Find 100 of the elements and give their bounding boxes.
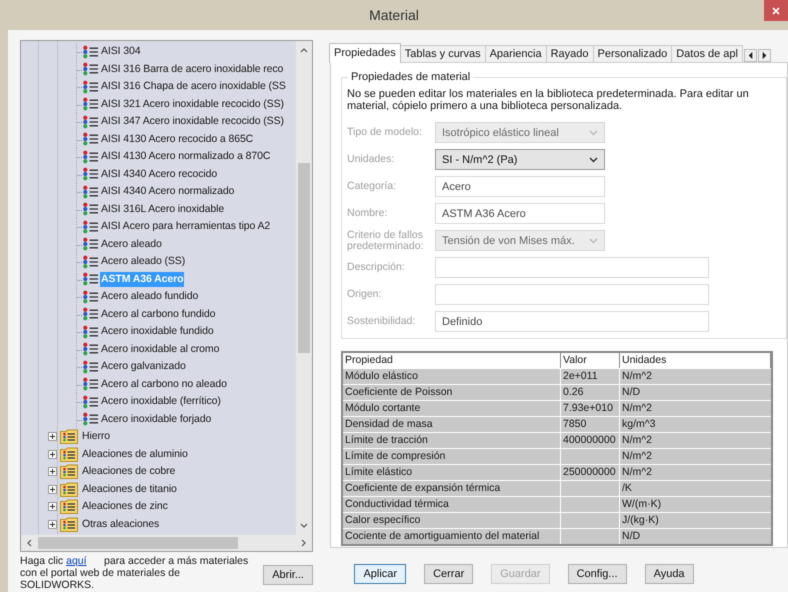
material-icon [82, 150, 99, 164]
field-label: Unidades: [347, 154, 396, 165]
field-label: Nombre: [347, 208, 388, 219]
tree-item[interactable]: AISI 347 Acero inoxidable recocido (SS) [100, 114, 285, 130]
tab[interactable]: Personalizado [592, 45, 672, 62]
scroll-thumb[interactable] [298, 163, 310, 353]
material-icon [82, 114, 99, 129]
folder-icon [60, 446, 78, 462]
dialog-button[interactable]: Aplicar [354, 564, 406, 584]
expand-icon[interactable] [48, 502, 57, 512]
tree-folder[interactable]: Hierro [81, 429, 111, 444]
material-icon [82, 97, 99, 112]
notice-text: No se pueden editar los materiales en la biblioteca predeterminada. Para editar un material, cópielo primero a una biblioteca personalizada. [347, 88, 750, 112]
table-cell: Límite de compresión [343, 449, 561, 464]
tree-item[interactable]: AISI 316L Acero inoxidable [100, 202, 226, 217]
field-label: Descripción: [347, 262, 406, 273]
expand-icon[interactable] [48, 450, 57, 459]
dialog-button[interactable]: Cerrar [424, 564, 474, 584]
scroll-down-icon[interactable] [300, 523, 308, 529]
material-icon [82, 342, 99, 356]
tree-item[interactable]: AISI 4130 Acero normalizado a 870C [100, 149, 272, 164]
folder-icon [60, 516, 78, 532]
tree-item[interactable]: Acero inoxidable fundido [100, 324, 215, 340]
table-cell: 250000000 [561, 465, 620, 480]
horizontal-scrollbar[interactable] [21, 535, 312, 551]
material-icon [82, 307, 99, 322]
dropdown[interactable]: SI - N/m^2 (Pa) [435, 149, 605, 170]
tree-item[interactable]: AISI 4340 Acero recocido [100, 166, 218, 182]
close-button[interactable] [764, 0, 788, 21]
tree-item[interactable]: AISI 321 Acero inoxidable recocido (SS) [100, 96, 285, 112]
tree-item[interactable]: Acero inoxidable (ferrítico) [100, 394, 222, 410]
folder-icon [60, 499, 78, 514]
tree-item[interactable]: Acero aleado (SS) [100, 254, 186, 270]
table-cell: Módulo elástico [343, 369, 561, 384]
caret-icon [589, 130, 598, 136]
material-icon [82, 290, 99, 304]
tree-folder[interactable]: Aleaciones de titanio [81, 482, 178, 497]
table-cell: Densidad de masa [343, 417, 561, 432]
tree-item[interactable]: Acero galvanizado [100, 359, 187, 374]
material-icon [82, 167, 99, 182]
tree-folder[interactable]: Aleaciones de zinc [81, 499, 169, 514]
window-title: Material [369, 7, 419, 23]
field-label: Sostenibilidad: [347, 316, 416, 327]
scroll-thumb[interactable] [38, 537, 238, 549]
table-cell: 2e+011 [561, 369, 620, 384]
tree-item[interactable]: Acero al carbono no aleado [100, 376, 228, 392]
table-cell-text: N/D [621, 385, 642, 400]
expand-icon[interactable] [48, 432, 57, 442]
tree-item[interactable]: Acero aleado fundido [100, 289, 200, 304]
tab[interactable]: Propiedades [329, 43, 401, 63]
column-header[interactable]: Propiedad [343, 353, 561, 368]
tree-folder[interactable]: Aleaciones de aluminio [81, 446, 189, 462]
table-cell: Cociente de amortiguamiento del material [343, 529, 561, 544]
material-icon [82, 394, 99, 409]
scroll-left-icon[interactable] [26, 539, 32, 547]
material-icon [82, 220, 99, 234]
column-header[interactable]: Valor [561, 353, 620, 368]
tree-item[interactable]: Acero aleado [100, 236, 163, 252]
open-button[interactable]: Abrir... [263, 565, 313, 585]
scroll-right-icon[interactable] [301, 539, 307, 547]
material-icon [82, 44, 99, 59]
tree-item[interactable]: AISI 304 [100, 44, 142, 60]
tab-left-icon[interactable] [744, 49, 757, 62]
material-icon [82, 202, 99, 216]
material-icon [82, 237, 99, 252]
tree-folder[interactable]: Otras aleaciones [81, 516, 160, 532]
material-icon [82, 272, 99, 286]
tree-item[interactable]: AISI Acero para herramientas tipo A2 [100, 219, 272, 234]
table-cell: 7850 [561, 417, 620, 432]
tree-item[interactable]: AISI 316 Barra de acero inoxidable reco [100, 62, 284, 77]
tab-right-icon[interactable] [758, 49, 771, 62]
tab[interactable]: Rayado [546, 45, 594, 62]
tree-item[interactable]: Acero inoxidable forjado [100, 412, 212, 427]
scroll-up-icon[interactable] [300, 47, 308, 53]
tree-item[interactable]: Acero inoxidable al cromo [100, 342, 220, 357]
group-title: Propiedades de material [348, 71, 474, 83]
tab[interactable]: Tablas y curvas [400, 45, 486, 62]
vertical-scrollbar[interactable] [296, 41, 312, 535]
tab[interactable]: Apariencia [484, 45, 547, 62]
tab[interactable]: Datos de apl [671, 45, 743, 62]
material-icon [82, 360, 99, 374]
tree-item[interactable]: Acero al carbono fundido [100, 306, 216, 322]
material-icon [82, 324, 99, 339]
expand-icon[interactable] [48, 467, 57, 476]
folder-icon [60, 464, 78, 480]
expand-icon[interactable] [48, 520, 57, 529]
table-cell: Coeficiente de Poisson [343, 385, 561, 400]
tree-item[interactable]: AISI 4340 Acero normalizado [100, 184, 236, 200]
link[interactable]: aquí [66, 555, 87, 567]
table-cell-text: N/m^2 [621, 401, 654, 416]
column-header[interactable]: Unidades [620, 353, 771, 368]
caret-icon [589, 156, 598, 162]
material-icon [82, 80, 99, 94]
web-materials-note: Haga clic aquí para acceder a más materiales con el portal web de materiales de SOLIDWORKS. [20, 555, 250, 591]
dialog-button[interactable]: Config... [568, 564, 627, 584]
dialog-button[interactable]: Ayuda [644, 564, 694, 584]
tree-item[interactable]: AISI 316 Chapa de acero inoxidable (SS [100, 79, 287, 94]
expand-icon[interactable] [48, 484, 57, 494]
tree-folder[interactable]: Aleaciones de cobre [81, 464, 176, 480]
tree-item[interactable]: AISI 4130 Acero recocido a 865C [100, 132, 254, 147]
